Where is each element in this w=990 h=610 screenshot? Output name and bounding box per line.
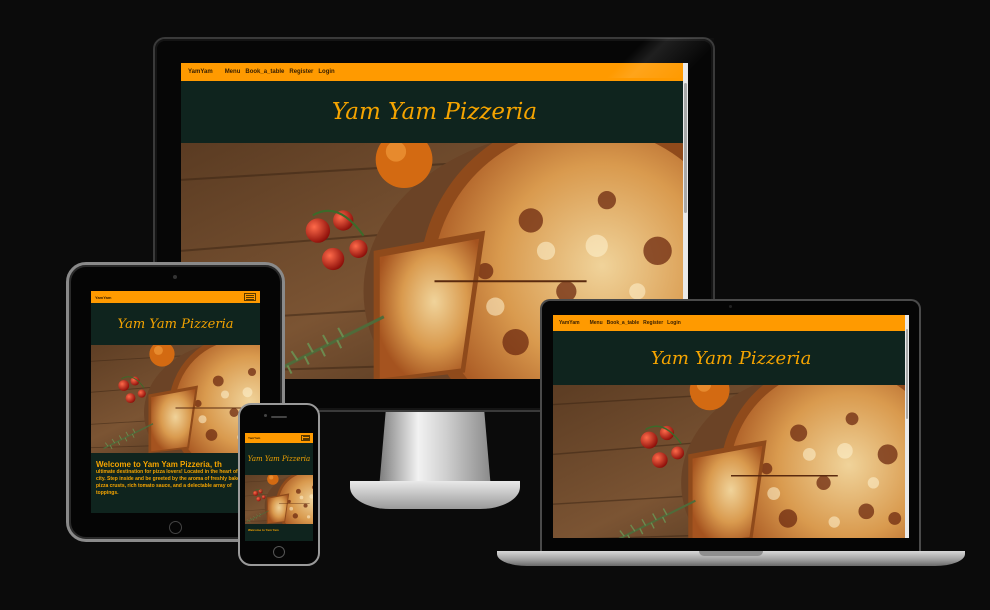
nav-link-menu[interactable]: Menu <box>225 69 241 75</box>
phone-screen: YamYam Yam Yam Pizzeria Welcome to Yam Y… <box>245 433 313 541</box>
site-title: Yam Yam Pizzeria <box>331 99 538 125</box>
site-header: Yam Yam Pizzeria <box>91 303 260 345</box>
navbar: YamYam <box>245 433 313 443</box>
navbar-brand[interactable]: YamYam <box>248 436 260 440</box>
tablet-camera <box>173 275 177 279</box>
phone-camera <box>264 414 267 417</box>
nav-link-menu[interactable]: Menu <box>590 320 603 326</box>
welcome-heading: Welcome to Yam Yam <box>248 528 279 532</box>
welcome-section: Welcome to Yam Yam <box>245 524 313 541</box>
nav-link-book-a-table[interactable]: Book_a_table <box>607 320 640 326</box>
welcome-heading: Welcome to Yam Yam Pizzeria, th <box>96 460 222 469</box>
laptop: YamYam Menu Book_a_table Register Login … <box>540 299 921 552</box>
site-title: Yam Yam Pizzeria <box>117 316 234 332</box>
nav-link-register[interactable]: Register <box>643 320 663 326</box>
navbar: YamYam <box>91 291 260 303</box>
nav-link-login[interactable]: Login <box>318 69 334 75</box>
navbar: YamYam Menu Book_a_table Register Login <box>181 63 688 81</box>
nav-link-book-a-table[interactable]: Book_a_table <box>245 69 284 75</box>
nav-link-register[interactable]: Register <box>289 69 313 75</box>
hero-pizza-image <box>553 385 909 538</box>
monitor-stand-base <box>350 481 520 509</box>
phone-home-button <box>273 546 285 558</box>
site-header: Yam Yam Pizzeria <box>181 81 688 143</box>
laptop-screen: YamYam Menu Book_a_table Register Login … <box>553 315 909 538</box>
site-title: Yam Yam Pizzeria <box>247 455 311 463</box>
navbar: YamYam Menu Book_a_table Register Login <box>553 315 909 331</box>
hero-pizza-image <box>91 345 260 453</box>
phone-speaker <box>271 416 287 418</box>
tablet-home-button <box>169 521 182 534</box>
laptop-camera <box>729 305 732 308</box>
navbar-brand[interactable]: YamYam <box>559 320 580 326</box>
site-header: Yam Yam Pizzeria <box>245 443 313 475</box>
site-title: Yam Yam Pizzeria <box>650 347 812 369</box>
hamburger-icon[interactable] <box>301 435 310 441</box>
hero-pizza-image <box>245 475 313 524</box>
navbar-brand[interactable]: YamYam <box>188 69 213 75</box>
welcome-section: Welcome to Yam Yam Pizzeria, th ultimate… <box>91 453 260 513</box>
phone: YamYam Yam Yam Pizzeria Welcome to Yam Y… <box>238 403 320 566</box>
laptop-notch <box>699 551 763 556</box>
site-header: Yam Yam Pizzeria <box>553 331 909 385</box>
navbar-brand[interactable]: YamYam <box>95 295 111 300</box>
tablet-screen: YamYam Yam Yam Pizzeria Welcome to Yam Y… <box>91 291 260 513</box>
monitor-stand-neck <box>379 411 491 489</box>
scrollbar[interactable] <box>905 315 909 538</box>
welcome-text: ultimate destination for pizza lovers! L… <box>96 469 247 496</box>
nav-link-login[interactable]: Login <box>667 320 681 326</box>
hamburger-icon[interactable] <box>244 293 256 301</box>
